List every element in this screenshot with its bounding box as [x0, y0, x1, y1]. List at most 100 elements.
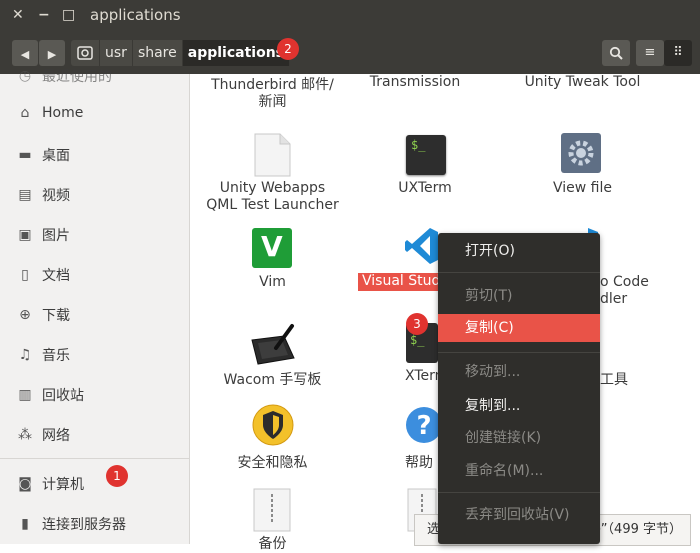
- camera-icon: ▣: [18, 227, 32, 243]
- menu-item-create-link[interactable]: 创建链接(K): [438, 424, 600, 452]
- menu-item-cut[interactable]: 剪切(T): [438, 282, 600, 310]
- file-tools-right[interactable]: 工具: [600, 372, 640, 389]
- menu-item-move-to[interactable]: 移动到...: [438, 358, 600, 386]
- sidebar-item-desktop[interactable]: ▬ 桌面: [16, 145, 70, 165]
- file-unity-webapps[interactable]: Unity Webapps QML Test Launcher: [190, 180, 355, 214]
- sidebar-item-pictures[interactable]: ▣ 图片: [16, 225, 70, 245]
- maximize-window-button[interactable]: □: [62, 7, 75, 23]
- window-title: applications: [90, 6, 181, 24]
- annotation-badge-3: 3: [406, 313, 428, 335]
- file-wacom[interactable]: Wacom 手写板: [205, 372, 340, 389]
- menu-item-copy-to[interactable]: 复制到...: [438, 392, 600, 420]
- disk-crumb[interactable]: [71, 40, 100, 66]
- file-backup[interactable]: 备份: [240, 536, 305, 553]
- sidebar: ◷ 最近使用的 ⌂ Home ▬ 桌面 ▤ 视频 ▣ 图片 ▯ 文档 ⊕ 下载 …: [0, 68, 190, 544]
- music-icon: ♫: [18, 347, 32, 363]
- menu-item-rename[interactable]: 重命名(M)...: [438, 457, 600, 485]
- breadcrumb-share[interactable]: share: [133, 40, 183, 66]
- breadcrumb-applications[interactable]: applications: [182, 40, 290, 66]
- computer-icon: ◙: [18, 476, 32, 492]
- context-menu: 打开(O) 剪切(T) 复制(C) 移动到... 复制到... 创建链接(K) …: [438, 233, 600, 544]
- list-view-button[interactable]: ≡: [636, 40, 664, 66]
- home-icon: ⌂: [20, 105, 30, 121]
- network-icon: ⁂: [18, 427, 32, 443]
- grid-view-icon: ⠿: [673, 45, 683, 60]
- sidebar-item-label: 桌面: [42, 148, 70, 164]
- sidebar-item-label: Home: [42, 105, 84, 121]
- menu-separator: [438, 352, 600, 353]
- wacom-tablet-icon: [251, 324, 295, 365]
- file-vim[interactable]: Vim: [235, 274, 310, 291]
- sidebar-item-label: 计算机: [42, 477, 84, 493]
- sidebar-item-recent[interactable]: ◷ 最近使用的: [16, 66, 112, 86]
- sidebar-item-label: 文档: [42, 268, 70, 284]
- menu-item-trash[interactable]: 丢弃到回收站(V): [438, 501, 600, 529]
- file-thunderbird[interactable]: Thunderbird 邮件/ 新闻: [195, 77, 350, 111]
- breadcrumb: usr share applications: [71, 40, 290, 66]
- sidebar-item-home[interactable]: ⌂ Home: [16, 105, 84, 121]
- shield-icon: [252, 404, 294, 446]
- status-right-text: e”（499 字节）: [592, 522, 682, 537]
- sidebar-item-music[interactable]: ♫ 音乐: [16, 345, 70, 365]
- menu-item-open[interactable]: 打开(O): [438, 237, 600, 265]
- sidebar-item-label: 下载: [42, 308, 70, 324]
- forward-arrow-icon: ▶: [47, 48, 57, 61]
- archive-icon: [253, 488, 291, 532]
- svg-text:?: ?: [416, 411, 431, 441]
- menu-separator: [438, 492, 600, 493]
- clock-icon: ◷: [18, 68, 32, 84]
- annotation-badge-1: 1: [106, 465, 128, 487]
- sidebar-divider: [0, 458, 189, 459]
- sidebar-item-label: 网络: [42, 428, 70, 444]
- file-vscode-right[interactable]: o Code dler: [600, 274, 680, 308]
- back-button[interactable]: ◀: [12, 40, 38, 66]
- sidebar-item-trash[interactable]: ▥ 回收站: [16, 385, 84, 405]
- trash-icon: ▥: [18, 387, 32, 403]
- list-view-icon: ≡: [644, 45, 656, 60]
- folder-icon: ▬: [18, 147, 32, 163]
- sidebar-item-label: 图片: [42, 228, 70, 244]
- forward-button[interactable]: ▶: [39, 40, 65, 66]
- menu-item-copy[interactable]: 复制(C): [438, 314, 600, 342]
- file-label: o Code: [600, 274, 649, 290]
- server-icon: ▮: [21, 516, 29, 532]
- close-window-button[interactable]: ✕: [12, 7, 24, 23]
- document-icon: ▯: [21, 267, 29, 283]
- file-label: Thunderbird 邮件/: [211, 77, 334, 93]
- sidebar-item-label: 最近使用的: [42, 69, 112, 85]
- file-security-privacy[interactable]: 安全和隐私: [215, 455, 330, 472]
- file-label: dler: [600, 291, 628, 307]
- sidebar-item-label: 连接到服务器: [42, 517, 126, 533]
- search-button[interactable]: [602, 40, 630, 66]
- gear-icon: [561, 133, 601, 173]
- sidebar-item-documents[interactable]: ▯ 文档: [16, 265, 70, 285]
- minimize-window-button[interactable]: −: [38, 7, 50, 23]
- sidebar-item-videos[interactable]: ▤ 视频: [16, 185, 70, 205]
- file-unity-tweak-tool[interactable]: Unity Tweak Tool: [510, 74, 655, 91]
- sidebar-item-downloads[interactable]: ⊕ 下载: [16, 305, 70, 325]
- file-view-file[interactable]: View file: [530, 180, 635, 197]
- sidebar-item-connect-server[interactable]: ▮ 连接到服务器: [16, 514, 126, 534]
- vscode-icon: [405, 228, 438, 264]
- breadcrumb-usr[interactable]: usr: [100, 40, 133, 66]
- sidebar-item-label: 回收站: [42, 388, 84, 404]
- sidebar-item-computer[interactable]: ◙ 计算机: [16, 474, 84, 494]
- sidebar-item-label: 视频: [42, 188, 70, 204]
- back-arrow-icon: ◀: [20, 48, 30, 61]
- disk-icon: [77, 46, 93, 60]
- file-transmission[interactable]: Transmission: [360, 74, 470, 91]
- file-visual-studio-selected[interactable]: Visual Studio: [358, 273, 438, 291]
- sidebar-item-network[interactable]: ⁂ 网络: [16, 425, 70, 445]
- file-label: QML Test Launcher: [206, 197, 339, 213]
- document-file-icon: [254, 133, 291, 177]
- sidebar-item-label: 音乐: [42, 348, 70, 364]
- video-icon: ▤: [18, 187, 32, 203]
- file-label: Unity Webapps: [219, 180, 326, 196]
- search-icon: [609, 46, 623, 60]
- menu-separator: [438, 272, 600, 273]
- file-uxterm[interactable]: UXTerm: [375, 180, 475, 197]
- grid-view-button[interactable]: ⠿: [664, 40, 692, 66]
- vim-icon: V: [252, 228, 292, 268]
- annotation-badge-2: 2: [277, 38, 299, 60]
- file-label: 新闻: [258, 94, 287, 110]
